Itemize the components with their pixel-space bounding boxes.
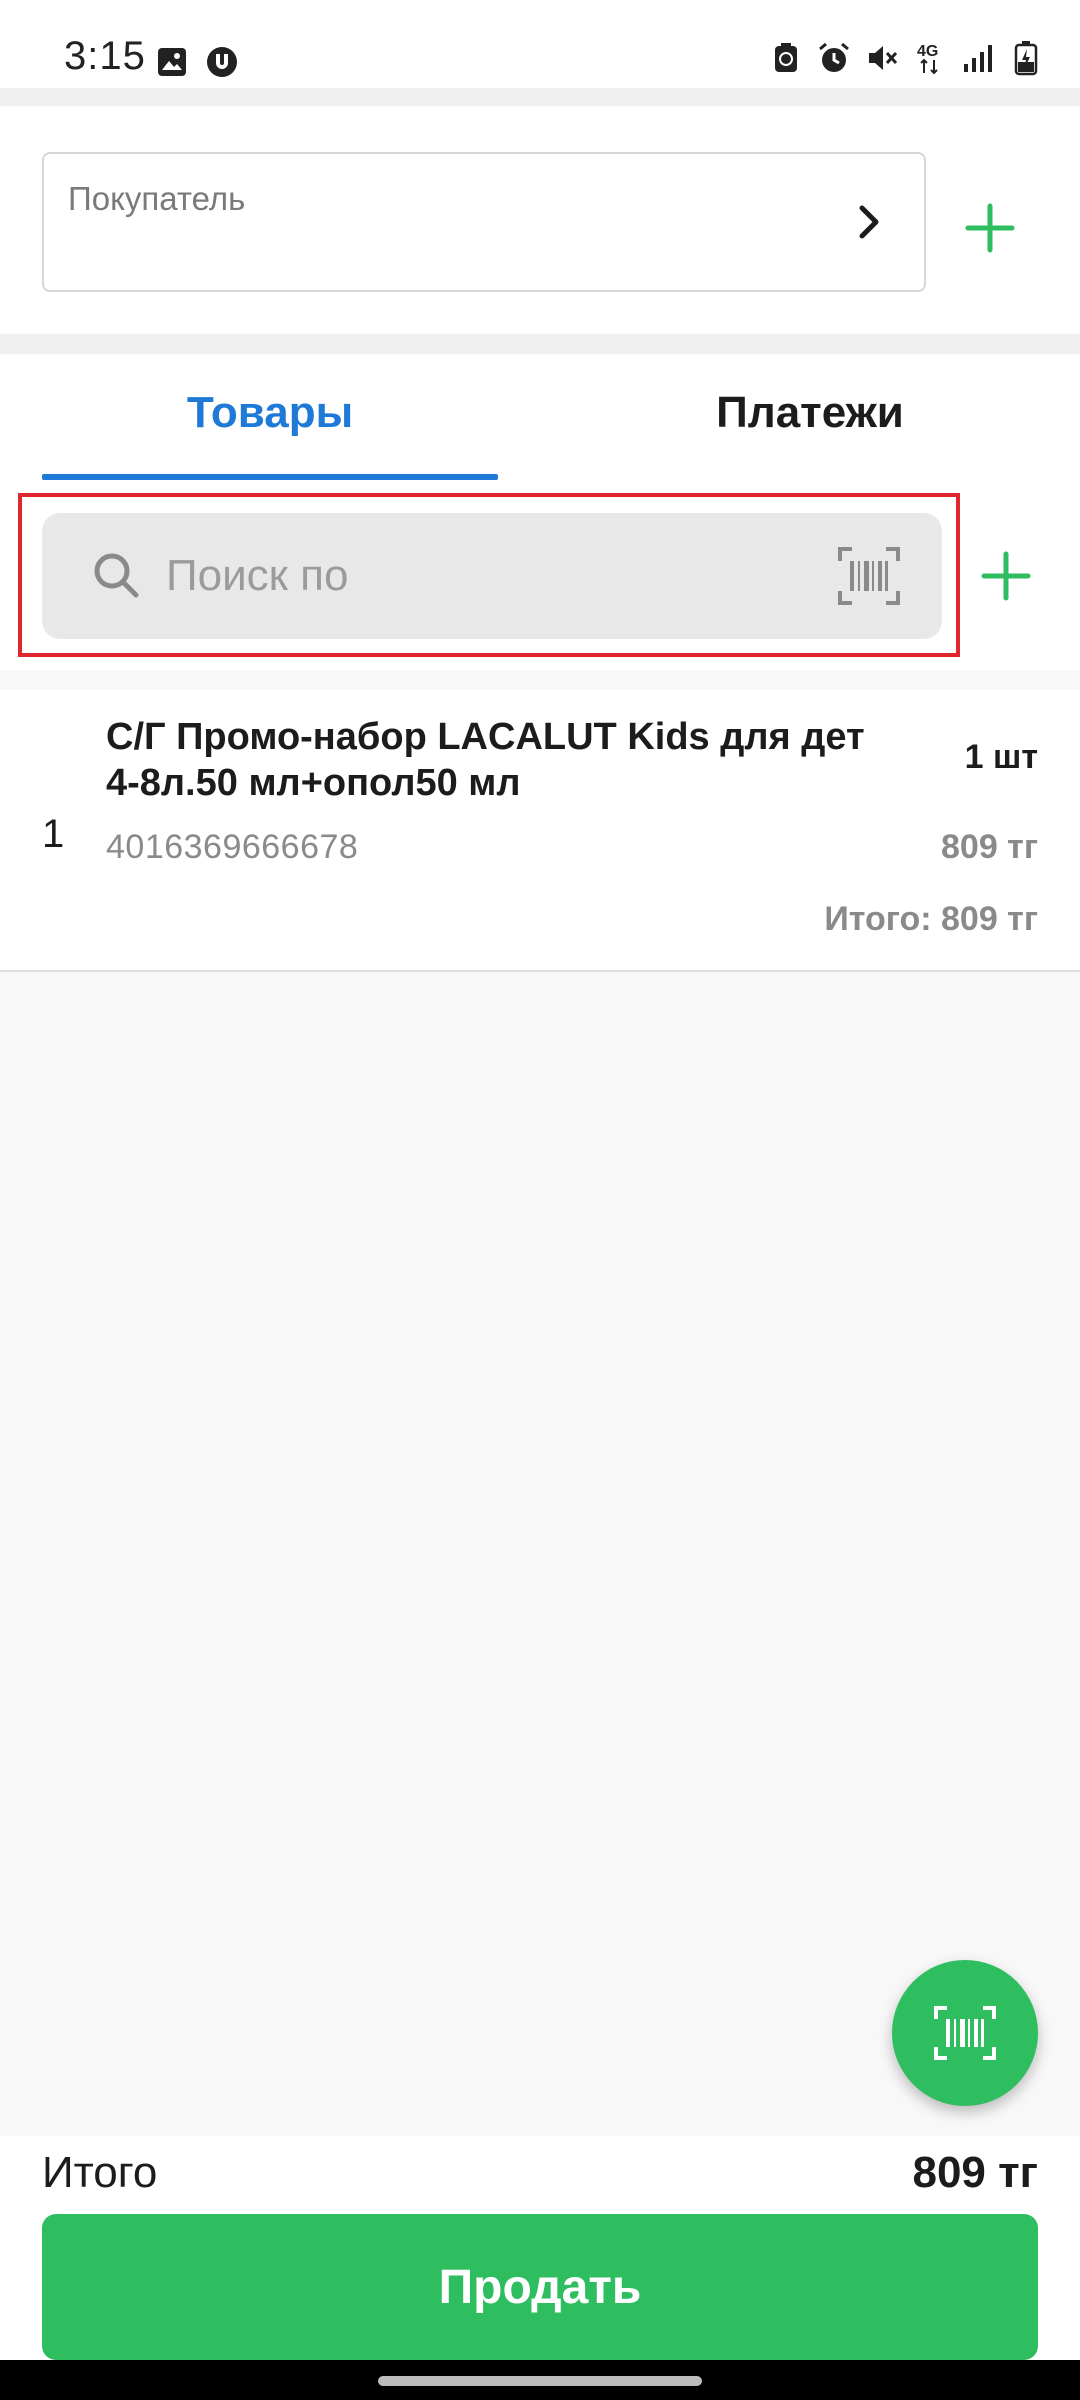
recycle-battery-icon [768,40,804,76]
divider-band [0,334,1080,354]
total-value: 809 тг [912,2148,1038,2197]
customer-section: Покупатель [0,106,1080,334]
item-price: 809 тг [941,828,1038,866]
search-input[interactable] [166,543,726,609]
customer-label: Покупатель [68,180,246,217]
item-barcode: 4016369666678 [106,828,359,866]
home-gesture-handle[interactable] [378,2376,702,2386]
image-icon [154,44,190,80]
tab-products[interactable]: Товары [42,388,498,438]
status-right-icons: 4G [768,40,1044,76]
item-total: Итого: 809 тг [824,900,1038,938]
scan-barcode-fab[interactable] [892,1960,1038,2106]
active-tab-indicator [42,474,498,480]
add-customer-button[interactable] [960,198,1020,258]
divider-band [0,88,1080,106]
item-index: 1 [42,812,65,856]
chevron-right-icon [854,202,884,242]
battery-charging-icon [1008,40,1044,76]
status-left-icons [154,44,240,80]
cart-item[interactable]: 1 С/Г Промо-набор LACALUT Kids для дет 4… [0,690,1080,972]
alarm-icon [816,40,852,76]
status-time: 3:15 [64,34,146,78]
add-product-button[interactable] [976,546,1036,606]
customer-selector[interactable]: Покупатель [42,152,926,292]
search-icon [90,549,142,601]
tab-payments[interactable]: Платежи [580,388,1040,438]
barcode-scan-icon[interactable] [838,547,900,605]
svg-text:4G: 4G [917,43,938,60]
status-bar: 3:15 4G [0,0,1080,88]
total-label: Итого [42,2148,158,2197]
bottom-summary: Итого 809 тг Продать [0,2136,1080,2360]
item-name: С/Г Промо-набор LACALUT Kids для дет 4-8… [106,716,865,804]
4g-icon: 4G [912,40,948,76]
item-quantity: 1 шт [964,738,1038,776]
signal-icon [960,40,996,76]
plus-icon [965,203,1015,253]
sell-button[interactable]: Продать [42,2214,1038,2360]
u-badge-icon [204,44,240,80]
system-nav-bar [0,2360,1080,2400]
plus-icon [981,551,1031,601]
product-search-box[interactable] [42,513,942,639]
barcode-scan-icon [934,2006,996,2060]
mute-icon [864,40,900,76]
